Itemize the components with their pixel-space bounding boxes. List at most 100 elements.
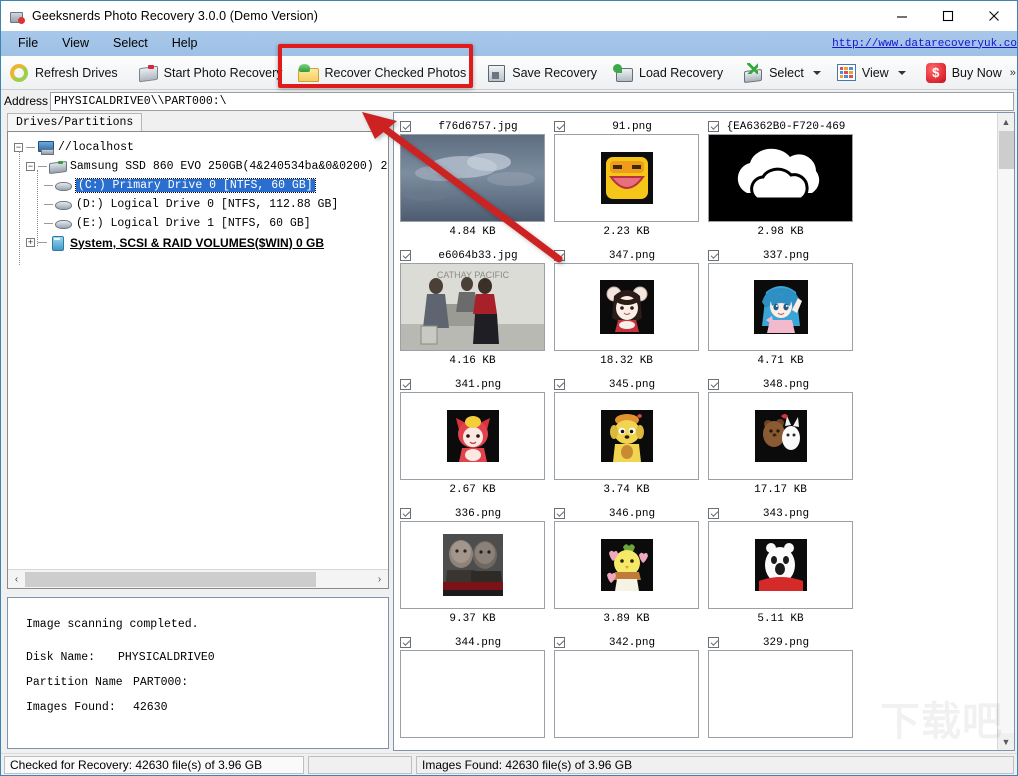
thumbnail-image-frame[interactable] <box>554 134 699 222</box>
load-recovery-button[interactable]: Load Recovery <box>605 58 731 88</box>
maximize-icon[interactable] <box>925 1 971 31</box>
tree-node-drive-e[interactable]: (E:) Logical Drive 1 [NTFS, 60 GB] <box>14 214 388 233</box>
thumbnail-cell[interactable]: 346.png 3.89 KB <box>554 506 699 629</box>
thumbnail-image-frame[interactable] <box>554 392 699 480</box>
thumbnail-cell[interactable]: 342.png <box>554 635 699 738</box>
thumbnail-checkbox[interactable] <box>708 379 719 390</box>
partition-name-label: Partition Name <box>26 676 123 689</box>
chevron-down-icon[interactable] <box>812 70 821 75</box>
save-recovery-button[interactable]: Save Recovery <box>478 58 605 88</box>
thumbnail-image-frame[interactable] <box>708 650 853 738</box>
thumbnail-checkbox[interactable] <box>708 637 719 648</box>
thumbnail-header: 346.png <box>554 506 699 521</box>
tree-node-drive-d[interactable]: (D:) Logical Drive 0 [NTFS, 112.88 GB] <box>14 195 388 214</box>
thumbnail-checkbox[interactable] <box>400 121 411 132</box>
tree-node-drive-c[interactable]: (C:) Primary Drive 0 [NTFS, 60 GB] <box>14 176 388 195</box>
thumbnail-checkbox[interactable] <box>554 637 565 648</box>
thumbnail-checkbox[interactable] <box>400 379 411 390</box>
thumbnail-checkbox[interactable] <box>708 508 719 519</box>
thumbnail-checkbox[interactable] <box>400 637 411 648</box>
tree-node-system-volumes[interactable]: + System, SCSI & RAID VOLUMES($WIN) 0 GB <box>14 233 388 252</box>
thumbnail-cell[interactable]: 329.png <box>708 635 853 738</box>
thumbnail-checkbox[interactable] <box>554 121 565 132</box>
thumbnail-cell[interactable]: e6064b33.jpg CATHAY PACIFIC 4.16 KB <box>400 248 545 371</box>
thumbnail-header: 345.png <box>554 377 699 392</box>
vscroll-track[interactable] <box>997 169 1014 733</box>
thumbnail-grid[interactable]: f76d6757.jpg 4.84 KB 91.png 2.23 KB {EA6… <box>394 113 997 750</box>
website-link[interactable]: http://www.datarecoveryuk.co <box>825 38 1017 50</box>
disk-name-label: Disk Name: <box>26 651 96 664</box>
buy-now-button[interactable]: $ Buy Now <box>918 58 1010 88</box>
tree-expander-icon[interactable]: − <box>26 162 35 171</box>
tree-dash <box>44 223 53 224</box>
thumbnail-image-frame[interactable] <box>554 521 699 609</box>
hscroll-track[interactable] <box>25 570 371 588</box>
thumbnail-vertical-scrollbar[interactable]: ▲ ▼ <box>997 113 1014 750</box>
toolbar: Refresh Drives Start Photo Recovery Reco… <box>1 56 1017 90</box>
thumbnail-cell[interactable]: 341.png 2.67 KB <box>400 377 545 500</box>
thumbnail-cell[interactable]: 345.png 3.74 KB <box>554 377 699 500</box>
menu-item-select[interactable]: Select <box>101 31 160 56</box>
menu-item-view[interactable]: View <box>50 31 101 56</box>
refresh-drives-button[interactable]: Refresh Drives <box>1 58 126 88</box>
drives-tree[interactable]: − //localhost − Samsung SSD 860 EVO 250G… <box>8 132 388 569</box>
thumbnail-checkbox[interactable] <box>708 121 719 132</box>
thumbnail-cell[interactable]: 348.png 17.17 KB <box>708 377 853 500</box>
thumbnail-checkbox[interactable] <box>708 250 719 261</box>
thumbnail-image-frame[interactable] <box>400 134 545 222</box>
thumbnail-image-frame[interactable] <box>400 392 545 480</box>
thumbnail-checkbox[interactable] <box>400 508 411 519</box>
start-photo-recovery-button[interactable]: Start Photo Recovery <box>130 58 291 88</box>
thumbnail-image-frame[interactable] <box>554 650 699 738</box>
thumbnail-cell[interactable]: f76d6757.jpg 4.84 KB <box>400 119 545 242</box>
thumbnail-image-frame[interactable] <box>708 134 853 222</box>
thumbnail-cell[interactable]: 336.png 9.37 KB <box>400 506 545 629</box>
tab-drives-partitions[interactable]: Drives/Partitions <box>7 113 143 131</box>
thumbnail-header: 337.png <box>708 248 853 263</box>
thumbnail-cell[interactable]: {EA6362B0-F720-469 2.98 KB <box>708 119 853 242</box>
chevron-down-icon[interactable] <box>897 70 906 75</box>
volume-icon <box>49 236 66 251</box>
start-photo-recovery-label: Start Photo Recovery <box>163 65 283 80</box>
select-dropdown-button[interactable]: Select <box>735 58 829 88</box>
thumbnail-filesize: 2.67 KB <box>449 484 496 496</box>
menu-item-help[interactable]: Help <box>160 31 210 56</box>
thumbnail-image-frame[interactable] <box>554 263 699 351</box>
thumbnail-cell[interactable]: 344.png <box>400 635 545 738</box>
tree-node-localhost[interactable]: − //localhost <box>14 138 388 157</box>
minimize-icon[interactable] <box>879 1 925 31</box>
thumbnail-checkbox[interactable] <box>554 250 565 261</box>
thumbnail-header: {EA6362B0-F720-469 <box>708 119 853 134</box>
scroll-up-icon[interactable]: ▲ <box>997 113 1014 130</box>
thumbnail-checkbox[interactable] <box>554 508 565 519</box>
thumbnail-image-frame[interactable] <box>708 392 853 480</box>
left-panel: Drives/Partitions − //localhost − Samsun… <box>1 112 393 753</box>
thumbnail-image-frame[interactable] <box>708 521 853 609</box>
thumbnail-image-frame[interactable] <box>400 650 545 738</box>
tree-node-samsung-ssd[interactable]: − Samsung SSD 860 EVO 250GB(4&240534ba&0… <box>14 157 388 176</box>
vscroll-thumb[interactable] <box>998 131 1014 169</box>
thumbnail-checkbox[interactable] <box>554 379 565 390</box>
address-input[interactable]: PHYSICALDRIVE0\\PART000:\ <box>50 91 1014 111</box>
save-recovery-label: Save Recovery <box>512 65 597 80</box>
toolbar-overflow-button[interactable]: » <box>1010 67 1018 79</box>
thumbnail-cell[interactable]: 337.png 4.71 KB <box>708 248 853 371</box>
thumbnail-image-frame[interactable] <box>708 263 853 351</box>
thumbnail-checkbox[interactable] <box>400 250 411 261</box>
thumbnail-cell[interactable]: 347.png 18.32 KB <box>554 248 699 371</box>
thumbnail-image-frame[interactable]: CATHAY PACIFIC <box>400 263 545 351</box>
tree-horizontal-scrollbar[interactable]: ‹ › <box>8 569 388 588</box>
hscroll-thumb[interactable] <box>25 571 316 587</box>
menu-item-file[interactable]: File <box>6 31 50 56</box>
tree-expander-icon[interactable]: + <box>26 238 35 247</box>
thumbnail-cell[interactable]: 343.png 5.11 KB <box>708 506 853 629</box>
thumbnail-image-frame[interactable] <box>400 521 545 609</box>
scroll-left-icon[interactable]: ‹ <box>8 571 25 588</box>
thumbnail-cell[interactable]: 91.png 2.23 KB <box>554 119 699 242</box>
watermark-text: 下载吧 <box>880 699 1003 745</box>
recover-checked-photos-button[interactable]: Recover Checked Photos <box>290 58 474 88</box>
scroll-right-icon[interactable]: › <box>371 571 388 588</box>
address-bar: Address PHYSICALDRIVE0\\PART000:\ <box>1 90 1017 112</box>
view-dropdown-button[interactable]: View <box>829 58 914 88</box>
close-icon[interactable] <box>971 1 1017 31</box>
